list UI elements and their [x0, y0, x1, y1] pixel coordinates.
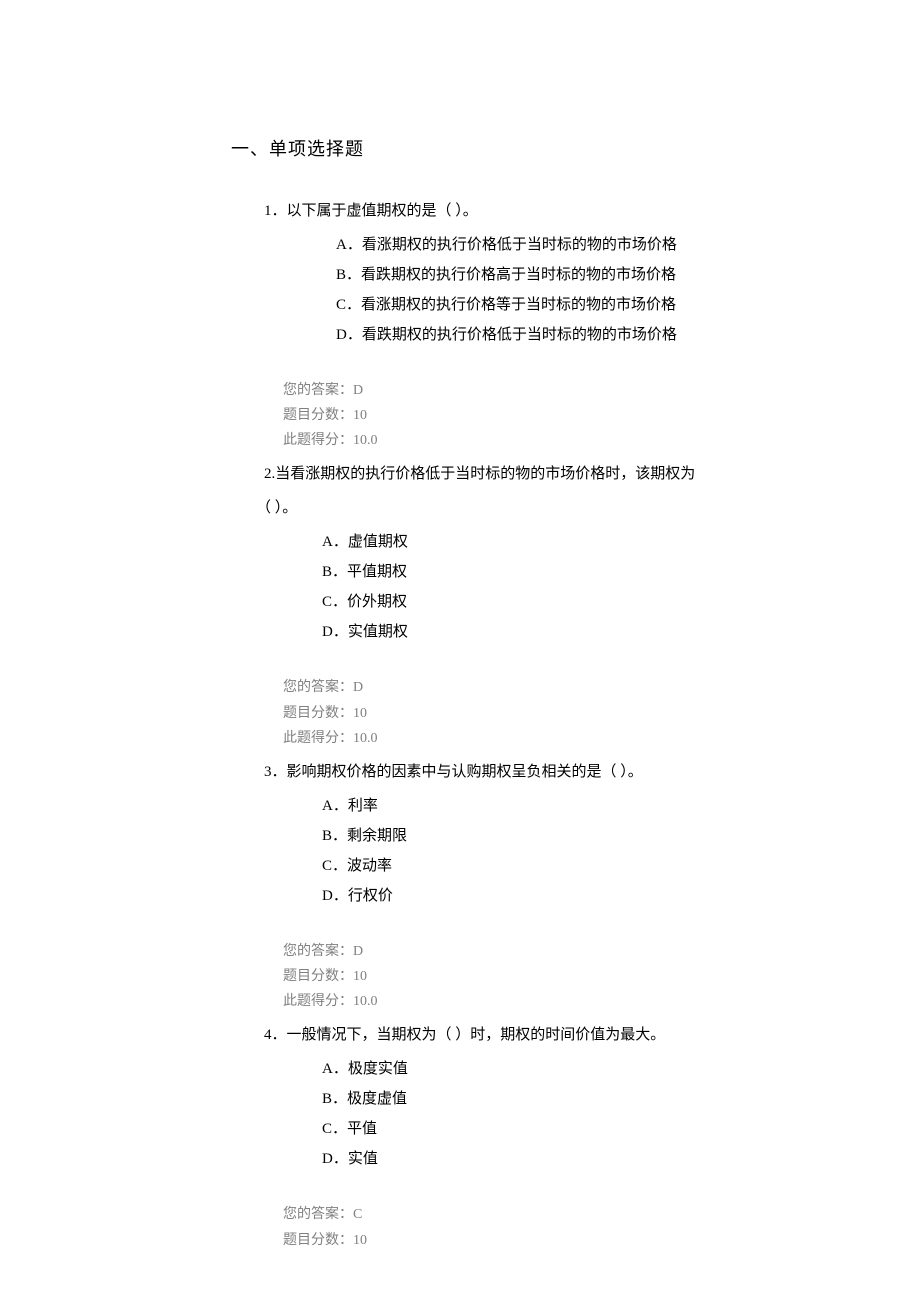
question-options: A．看涨期权的执行价格低于当时标的物的市场价格 B．看跌期权的执行价格高于当时标…: [336, 230, 740, 350]
option-d: D．实值期权: [322, 617, 740, 647]
option-d: D．行权价: [322, 881, 740, 911]
points-label: 题目分数：10: [283, 701, 740, 726]
question-stem: 3．影响期权价格的因素中与认购期权呈负相关的是（ ）。: [264, 757, 740, 787]
option-d: D．看跌期权的执行价格低于当时标的物的市场价格: [336, 320, 740, 350]
answer-label: 您的答案：C: [283, 1202, 740, 1227]
question-stem: 1．以下属于虚值期权的是（ ）。: [264, 196, 740, 226]
option-b: B．平值期权: [322, 557, 740, 587]
score-label: 此题得分：10.0: [283, 428, 740, 453]
score-label: 此题得分：10.0: [283, 989, 740, 1014]
question-stem: 2.当看涨期权的执行价格低于当时标的物的市场价格时，该期权为: [264, 459, 740, 489]
option-a: A．极度实值: [322, 1054, 740, 1084]
question-meta: 您的答案：C 题目分数：10: [283, 1202, 740, 1252]
points-label: 题目分数：10: [283, 964, 740, 989]
option-c: C．波动率: [322, 851, 740, 881]
option-b: B．剩余期限: [322, 821, 740, 851]
answer-label: 您的答案：D: [283, 939, 740, 964]
question-3: 3．影响期权价格的因素中与认购期权呈负相关的是（ ）。 A．利率 B．剩余期限 …: [264, 757, 740, 1015]
question-meta: 您的答案：D 题目分数：10 此题得分：10.0: [283, 675, 740, 751]
question-4: 4．一般情况下，当期权为（ ）时，期权的时间价值为最大。 A．极度实值 B．极度…: [264, 1020, 740, 1252]
score-label: 此题得分：10.0: [283, 726, 740, 751]
option-a: A．看涨期权的执行价格低于当时标的物的市场价格: [336, 230, 740, 260]
section-title: 一、单项选择题: [231, 135, 920, 164]
points-label: 题目分数：10: [283, 403, 740, 428]
document-page: 一、单项选择题 1．以下属于虚值期权的是（ ）。 A．看涨期权的执行价格低于当时…: [0, 0, 920, 1253]
question-stem: 4．一般情况下，当期权为（ ）时，期权的时间价值为最大。: [264, 1020, 740, 1050]
option-c: C．平值: [322, 1114, 740, 1144]
answer-label: 您的答案：D: [283, 378, 740, 403]
option-a: A．利率: [322, 791, 740, 821]
option-b: B．极度虚值: [322, 1084, 740, 1114]
option-d: D．实值: [322, 1144, 740, 1174]
option-c: C．看涨期权的执行价格等于当时标的物的市场价格: [336, 290, 740, 320]
points-label: 题目分数：10: [283, 1228, 740, 1253]
question-meta: 您的答案：D 题目分数：10 此题得分：10.0: [283, 939, 740, 1015]
answer-label: 您的答案：D: [283, 675, 740, 700]
option-c: C．价外期权: [322, 587, 740, 617]
option-a: A．虚值期权: [322, 527, 740, 557]
question-options: A．虚值期权 B．平值期权 C．价外期权 D．实值期权: [322, 527, 740, 647]
question-stem-continued: （ ）。: [256, 493, 740, 523]
question-options: A．利率 B．剩余期限 C．波动率 D．行权价: [322, 791, 740, 911]
option-b: B．看跌期权的执行价格高于当时标的物的市场价格: [336, 260, 740, 290]
question-meta: 您的答案：D 题目分数：10 此题得分：10.0: [283, 378, 740, 454]
question-2: 2.当看涨期权的执行价格低于当时标的物的市场价格时，该期权为 （ ）。 A．虚值…: [264, 459, 740, 751]
question-options: A．极度实值 B．极度虚值 C．平值 D．实值: [322, 1054, 740, 1174]
question-1: 1．以下属于虚值期权的是（ ）。 A．看涨期权的执行价格低于当时标的物的市场价格…: [264, 196, 740, 454]
